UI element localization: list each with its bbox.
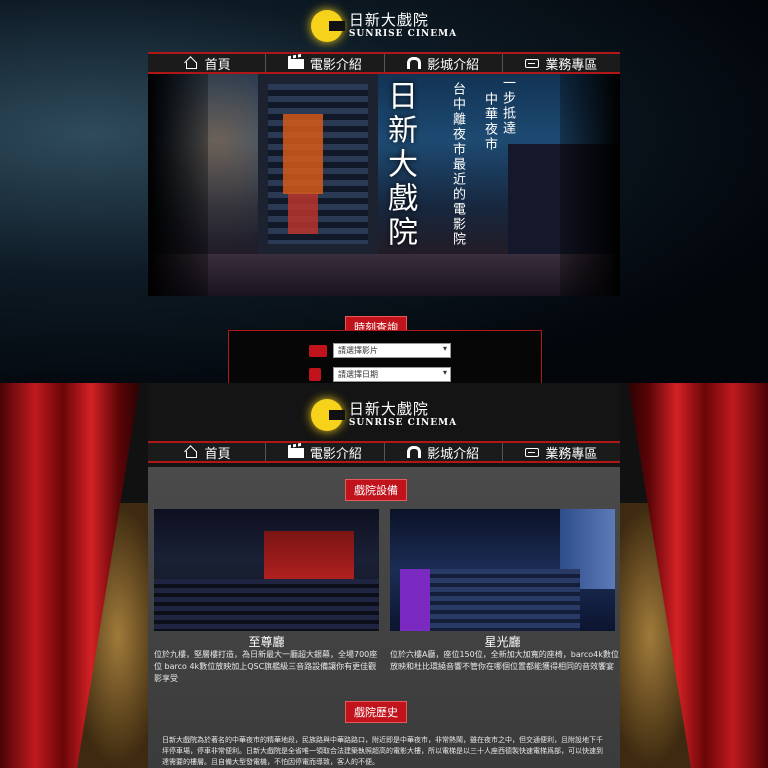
home-icon [183, 446, 199, 458]
header-column: 日新大戲院 SUNRISE CINEMA 首頁 電影介紹 影城介紹 業務專區 [148, 383, 620, 467]
logo-name-en: SUNRISE CINEMA [348, 29, 458, 39]
nav-home[interactable]: 首頁 [148, 54, 267, 73]
hall-photo-supreme [154, 509, 379, 631]
movie-camera-icon [309, 344, 327, 357]
seat-rows [154, 579, 379, 631]
stair-lights [400, 569, 430, 631]
hero-subtitle: 一步抵達 [500, 76, 515, 136]
nav-label: 業務專區 [545, 57, 598, 73]
nav-label: 影城介紹 [427, 446, 480, 462]
theater-arch-icon [407, 446, 422, 458]
pacman-logo-icon [310, 399, 345, 431]
date-select[interactable]: 請選擇日期 [333, 367, 451, 382]
nav-movies[interactable]: 電影介紹 [266, 443, 385, 462]
logo-name-en: SUNRISE CINEMA [348, 418, 458, 428]
facilities-section: 戲院設備 至尊廳 星光廳 位於九樓，堅層樓打造，為日新最大一廳超大銀幕，全場70… [148, 467, 620, 768]
theater-arch-icon [407, 57, 422, 69]
film-clapper-icon [287, 59, 304, 69]
logo-name-cn: 日新大戲院 [348, 11, 429, 29]
movie-select[interactable]: 請選擇影片 [333, 343, 451, 358]
nav-label: 電影介紹 [309, 446, 362, 462]
history-text: 日新大戲院為於著名的中華夜市的精華地段，民族路與中華路路口，附近即是中華夜市，非… [162, 736, 603, 766]
facilities-heading: 戲院設備 [345, 479, 407, 501]
nav-label: 電影介紹 [309, 57, 362, 73]
calendar-icon [309, 368, 321, 381]
hero-banner: 日新大戲院 台中離夜市最近的電影院 中華夜市 一步抵達 [148, 74, 620, 296]
site-logo[interactable]: 日新大戲院 SUNRISE CINEMA [148, 389, 620, 441]
logo-name-cn: 日新大戲院 [348, 400, 429, 418]
nav-cinema[interactable]: 影城介紹 [385, 54, 503, 73]
history-heading: 戲院歷史 [345, 701, 407, 723]
vignette [148, 74, 208, 296]
hall-name: 至尊廳 [248, 635, 285, 649]
nav-label: 首頁 [204, 446, 231, 462]
showtime-search-box: 請選擇影片 請選擇日期 [228, 330, 542, 383]
nav-cinema[interactable]: 影城介紹 [385, 443, 503, 462]
pacman-logo-icon [310, 10, 345, 42]
main-nav: 首頁 電影介紹 影城介紹 業務專區 [148, 52, 620, 74]
nav-label: 業務專區 [545, 446, 598, 462]
nav-movies[interactable]: 電影介紹 [266, 54, 385, 73]
site-logo[interactable]: 日新大戲院 SUNRISE CINEMA [148, 0, 620, 52]
ticket-icon [525, 448, 540, 457]
nav-business[interactable]: 業務專區 [503, 54, 620, 73]
hero-title: 日新大戲院 [382, 80, 417, 250]
nav-business[interactable]: 業務專區 [503, 443, 620, 462]
hall-description: 位於九樓，堅層樓打造，為日新最大一廳超大銀幕，全場700座位 barco 4k數… [154, 650, 378, 683]
neon-sign [283, 114, 323, 194]
nav-home[interactable]: 首頁 [148, 443, 267, 462]
hero-subtitle: 台中離夜市最近的電影院 [450, 82, 465, 247]
screen-curtain [264, 531, 354, 579]
nav-label: 影城介紹 [427, 57, 480, 73]
neon-sign [288, 194, 318, 234]
seat-rows [430, 569, 580, 631]
hero-subtitle: 中華夜市 [482, 92, 497, 152]
homepage-screenshot: 日新大戲院 SUNRISE CINEMA 首頁 電影介紹 影城介紹 業務專區 日… [0, 0, 768, 383]
facilities-screenshot: 日新大戲院 SUNRISE CINEMA 首頁 電影介紹 影城介紹 業務專區 戲… [0, 383, 768, 768]
home-icon [183, 57, 199, 69]
film-clapper-icon [287, 448, 304, 458]
ticket-icon [525, 59, 540, 68]
hall-description: 位於六樓A廳，座位150位，全新加大加寬的座椅，barco4k數位放映和杜比環繞… [390, 650, 619, 671]
main-nav: 首頁 電影介紹 影城介紹 業務專區 [148, 441, 620, 463]
nav-label: 首頁 [204, 57, 231, 73]
hall-photo-starlight [390, 509, 615, 631]
hall-name: 星光廳 [484, 635, 521, 649]
street-graphic [148, 254, 620, 296]
vignette [560, 74, 620, 296]
